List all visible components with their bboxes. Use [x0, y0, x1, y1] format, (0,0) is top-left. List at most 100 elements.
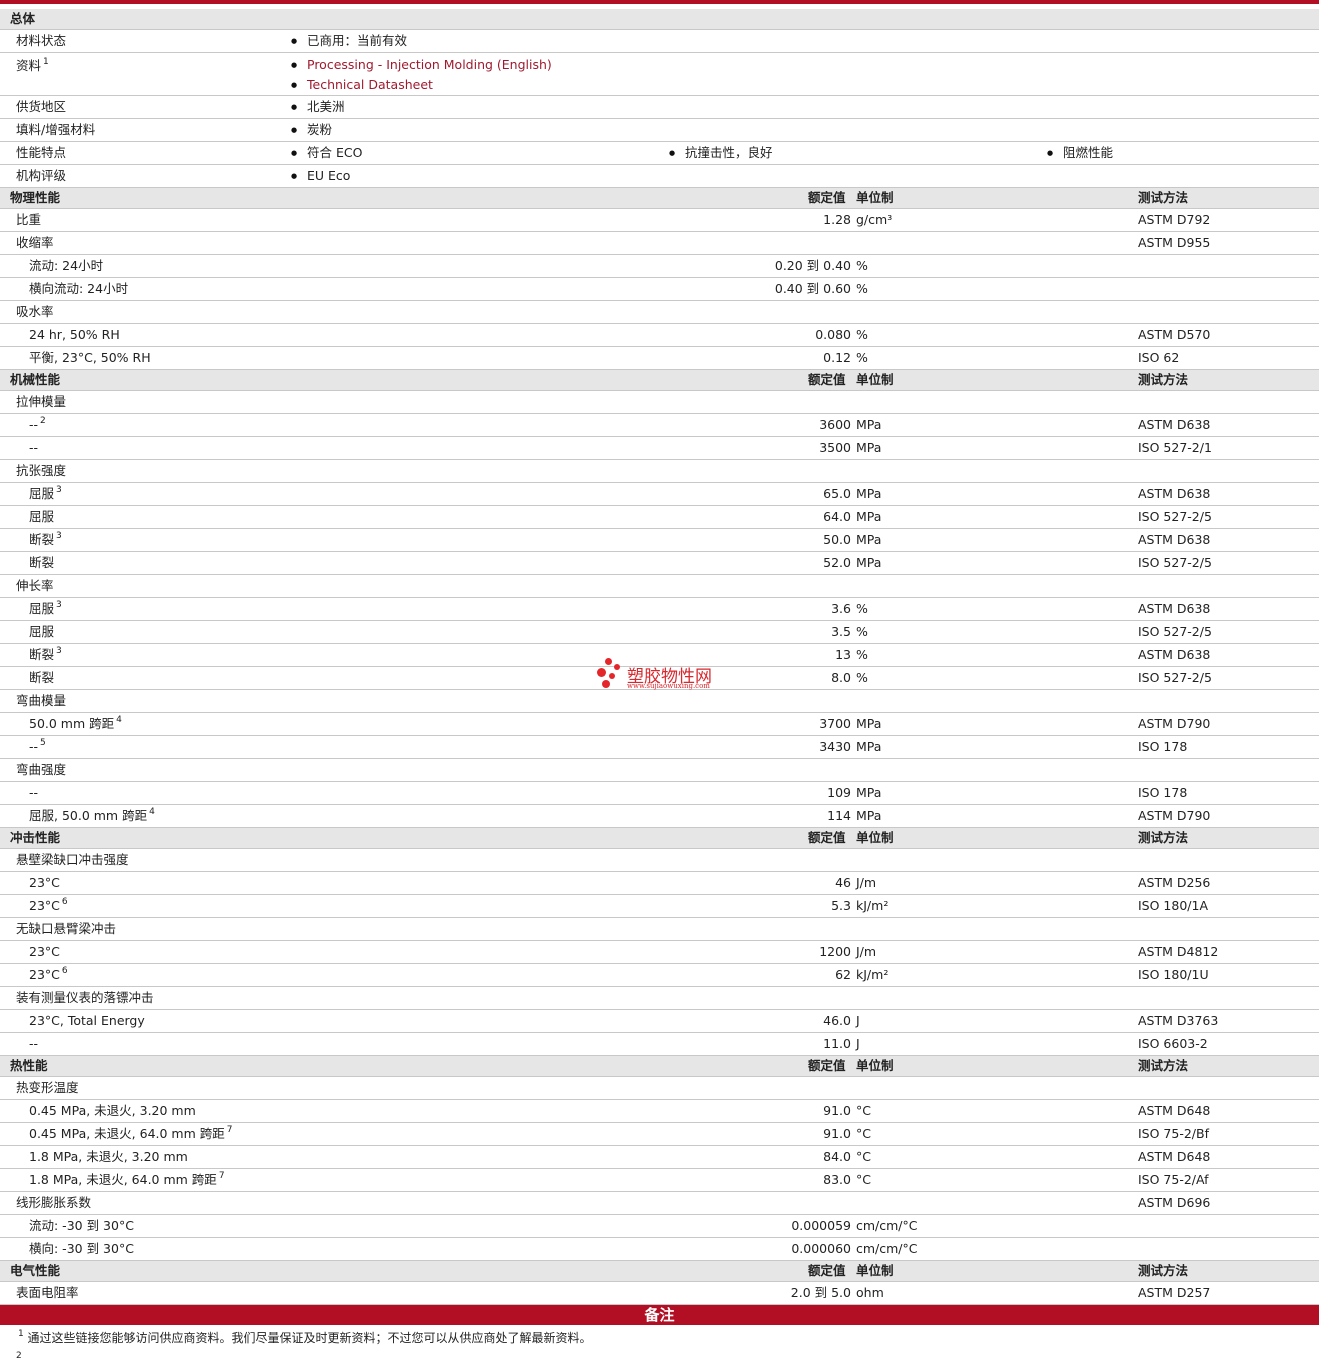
datasheet-link[interactable]: Technical Datasheet: [291, 74, 433, 96]
property-value-item: 符合 ECO: [291, 142, 362, 164]
property-label: 收缩率: [16, 235, 54, 250]
property-label: 23°C 6: [29, 966, 68, 983]
property-label: 填料/增强材料: [16, 122, 96, 137]
property-label: 23°C, Total Energy: [29, 1013, 145, 1028]
property-unit: kJ/m²: [856, 898, 889, 913]
datasheet-link[interactable]: Processing - Injection Molding (English): [291, 54, 552, 76]
property-row: 抗张强度: [0, 460, 1319, 483]
property-label: 表面电阻率: [16, 1285, 79, 1300]
property-row: 断裂 3 50.0 MPa ASTM D638: [0, 529, 1319, 552]
property-label: 断裂: [29, 670, 55, 685]
section-title: 电气性能: [10, 1263, 61, 1278]
property-unit: %: [856, 601, 868, 616]
property-row: 平衡, 23°C, 50% RH 0.12% ISO 62: [0, 347, 1319, 370]
test-method: ISO 527-2/5: [1138, 624, 1212, 639]
column-header-nominal: 额定值: [808, 1263, 846, 1278]
property-unit: MPa: [856, 532, 882, 547]
property-unit: MPa: [856, 417, 882, 432]
test-method: ASTM D792: [1138, 212, 1211, 227]
test-method: ASTM D257: [1138, 1285, 1211, 1300]
property-row: 弯曲强度: [0, 759, 1319, 782]
property-row: 0.45 MPa, 未退火, 3.20 mm 91.0 °C ASTM D648: [0, 1100, 1319, 1123]
property-row: 23°C, Total Energy 46.0 J ASTM D3763: [0, 1010, 1319, 1033]
property-value: 46: [835, 875, 851, 890]
property-label: 23°C: [29, 944, 60, 959]
property-label: 吸水率: [16, 304, 54, 319]
test-method: ASTM D638: [1138, 601, 1211, 616]
property-row: 断裂 52.0 MPa ISO 527-2/5: [0, 552, 1319, 575]
property-value: 1.28: [823, 212, 851, 227]
property-unit: MPa: [856, 440, 882, 455]
property-value: 5.3: [831, 898, 851, 913]
property-unit: ohm: [856, 1285, 884, 1300]
section-title: 物理性能: [10, 190, 61, 205]
property-label: 断裂: [29, 555, 55, 570]
property-value: 0.40 到 0.60: [774, 281, 851, 296]
property-label: 断裂 3: [29, 646, 62, 663]
property-value: 0.12: [823, 350, 851, 365]
property-label: 线形膨胀系数: [16, 1195, 92, 1210]
property-unit: %: [856, 258, 868, 273]
property-label: 23°C 6: [29, 897, 68, 914]
property-value: 91.0: [823, 1103, 851, 1118]
property-value: 3700: [819, 716, 851, 731]
property-value: 2.0 到 5.0: [790, 1285, 851, 1300]
section-header: 物理性能 额定值 单位制 测试方法: [0, 188, 1319, 209]
property-value: 114: [827, 808, 851, 823]
property-unit: MPa: [856, 509, 882, 524]
footnote-ref: 4: [149, 807, 155, 817]
property-row: 表面电阻率 2.0 到 5.0 ohm ASTM D257: [0, 1282, 1319, 1305]
property-label: 悬壁梁缺口冲击强度: [16, 852, 129, 867]
test-method: ASTM D638: [1138, 417, 1211, 432]
property-value: 109: [827, 785, 851, 800]
watermark-logo: 塑胶物性网 www.sujiaowuxing.com: [597, 658, 737, 692]
section-title: 热性能: [10, 1058, 48, 1073]
test-method: ASTM D570: [1138, 327, 1211, 342]
section-title: 机械性能: [10, 372, 61, 387]
property-label: -- 2: [29, 416, 46, 433]
test-method: ISO 180/1U: [1138, 967, 1209, 982]
property-label: 流动: 24小时: [29, 258, 104, 273]
property-value: 52.0: [823, 555, 851, 570]
test-method: ISO 527-2/5: [1138, 555, 1212, 570]
property-row: 线形膨胀系数 ASTM D696: [0, 1192, 1319, 1215]
test-method: ASTM D638: [1138, 647, 1211, 662]
footnote-ref: 2: [40, 416, 46, 426]
test-method: ASTM D3763: [1138, 1013, 1219, 1028]
property-label: 性能特点: [16, 145, 67, 160]
property-label: 拉伸模量: [16, 394, 67, 409]
property-row: 横向: -30 到 30°C 0.000060 cm/cm/°C: [0, 1238, 1319, 1261]
property-label: 24 hr, 50% RH: [29, 327, 120, 342]
column-header-nominal: 额定值: [808, 190, 846, 205]
property-row: 0.45 MPa, 未退火, 64.0 mm 跨距 7 91.0 °C ISO 75-2…: [0, 1123, 1319, 1146]
section-title: 冲击性能: [10, 830, 61, 845]
property-unit: J/m: [856, 875, 877, 890]
property-label: -- 5: [29, 738, 46, 755]
footnote-ref: 3: [56, 531, 62, 541]
property-unit: °C: [856, 1103, 871, 1118]
property-row: 收缩率 ASTM D955: [0, 232, 1319, 255]
property-label: 断裂 3: [29, 531, 62, 548]
property-row: -- 11.0 J ISO 6603-2: [0, 1033, 1319, 1056]
property-label: 热变形温度: [16, 1080, 79, 1095]
test-method: ISO 6603-2: [1138, 1036, 1208, 1051]
property-row: 23°C 6 62 kJ/m² ISO 180/1U: [0, 964, 1319, 987]
property-label: 弯曲强度: [16, 762, 67, 777]
property-label: 屈服 3: [29, 485, 62, 502]
column-header-method: 测试方法: [1138, 1263, 1189, 1278]
footnote-ref: 7: [226, 1125, 233, 1135]
property-value: 62: [835, 967, 851, 982]
test-method: ISO 178: [1138, 739, 1188, 754]
property-unit: cm/cm/°C: [856, 1218, 918, 1233]
property-value: 3500: [819, 440, 851, 455]
general-row: 填料/增强材料 炭粉: [0, 119, 1319, 142]
property-row: -- 2 3600 MPa ASTM D638: [0, 414, 1319, 437]
general-row: 材料状态 已商用：当前有效: [0, 30, 1319, 53]
property-label: 材料状态: [16, 33, 67, 48]
footnote-next-number: 2: [16, 1351, 22, 1361]
test-method: ISO 75-2/Af: [1138, 1172, 1209, 1187]
test-method: ASTM D638: [1138, 486, 1211, 501]
property-label: 横向: -30 到 30°C: [29, 1241, 134, 1256]
test-method: ISO 180/1A: [1138, 898, 1209, 913]
test-method: ASTM D696: [1138, 1195, 1211, 1210]
